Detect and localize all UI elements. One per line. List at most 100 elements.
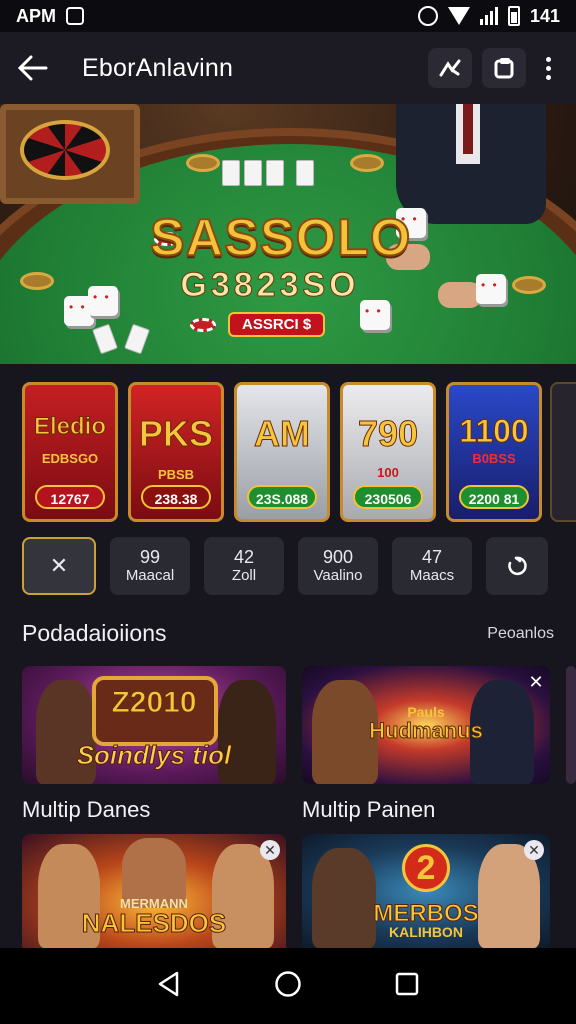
nav-back-button[interactable] — [157, 971, 181, 1002]
circle-home-icon — [275, 970, 301, 997]
filter-chip-label: Zoll — [231, 567, 257, 584]
status-text: APM — [16, 5, 56, 26]
promo-title: Hudmanus — [369, 718, 484, 744]
copy-button[interactable] — [482, 48, 526, 88]
hero-logo-line1: SASSOLO — [149, 209, 412, 267]
battery-icon — [507, 6, 520, 26]
more-options-button[interactable] — [536, 48, 560, 88]
roulette-wheel-image — [0, 104, 140, 204]
clear-filter-button[interactable]: ✕ — [22, 537, 96, 595]
filter-chip[interactable]: 47 Maacs — [392, 537, 472, 595]
chip-tray — [20, 272, 54, 290]
hero-logo-line2: G3823SO — [180, 266, 360, 305]
nav-home-button[interactable] — [274, 970, 302, 1003]
see-all-link[interactable]: Peoanlos — [487, 625, 554, 643]
game-tile[interactable]: AM 23S.088 — [234, 382, 330, 522]
game-tile-subtitle: B0BSS — [472, 451, 516, 466]
close-icon[interactable]: ✕ — [260, 840, 280, 860]
dot-icon — [545, 56, 551, 62]
triangle-back-icon — [158, 971, 178, 996]
promo-subtitle: KALIHBON — [389, 924, 463, 940]
hero-banner[interactable]: SASSOLO G3823SO ASSRCI $ — [0, 104, 576, 364]
back-button[interactable] — [0, 32, 66, 104]
nav-recents-button[interactable] — [395, 972, 419, 1001]
playing-card — [244, 160, 262, 186]
dice — [360, 300, 390, 330]
close-icon[interactable]: ✕ — [524, 840, 544, 860]
hero-logo: SASSOLO G3823SO — [149, 209, 412, 305]
copy-icon — [494, 58, 514, 79]
promo-card-label: Multip Painen — [302, 797, 436, 822]
chip-tray — [186, 154, 220, 172]
promo-card[interactable]: Pauls Hudmanus ✕ — [302, 666, 550, 784]
promo-card-label: Multip Danes — [22, 797, 151, 822]
close-icon[interactable]: ✕ — [526, 672, 546, 692]
app-bar-actions — [428, 48, 560, 88]
promo-card[interactable]: Z2010 Soindlys tiol — [22, 666, 286, 784]
filter-chip-value: 42 — [233, 547, 255, 567]
filter-chip-label: Maacal — [125, 567, 175, 584]
game-tile[interactable]: Eledio EDBSGO 12767 — [22, 382, 118, 522]
filter-chip-value: 47 — [421, 547, 443, 567]
game-tile-button[interactable]: 230506 — [353, 485, 423, 509]
status-left: APM — [16, 6, 84, 27]
dot-icon — [545, 74, 551, 80]
status-time: 141 — [529, 5, 560, 26]
game-tile-subtitle: PBSB — [157, 467, 195, 482]
game-tile-button[interactable]: 2200 81 — [459, 485, 529, 509]
filter-row: ✕ 99 Maacal 42 Zoll 900 Vaalino 47 Maacs — [22, 537, 548, 595]
game-tile[interactable]: PKS PBSB 238.38 — [128, 382, 224, 522]
chip-tray — [350, 154, 384, 172]
edit-button[interactable] — [428, 48, 472, 88]
game-tile-title: 1100 — [459, 413, 529, 450]
status-bar: APM 141 — [0, 0, 576, 32]
alarm-icon — [417, 6, 438, 26]
game-tile-title: 790 — [357, 413, 419, 455]
promo-card[interactable]: 2 MERBOS KALIHBON ✕ — [302, 834, 550, 948]
status-right: 141 — [417, 5, 560, 27]
number-ball-image: 2 — [402, 844, 450, 892]
signal-icon — [479, 7, 498, 25]
game-tile-subtitle: 100 — [377, 465, 399, 480]
game-tile-partial[interactable] — [550, 382, 576, 522]
filter-chip[interactable]: 99 Maacal — [110, 537, 190, 595]
game-tile-title: PKS — [138, 413, 214, 455]
filter-chip[interactable]: 42 Zoll — [204, 537, 284, 595]
dot-icon — [545, 65, 551, 71]
game-tile[interactable]: 1100 B0BSS 2200 81 — [446, 382, 542, 522]
system-nav-bar — [0, 948, 576, 1024]
arrow-left-icon — [18, 55, 48, 81]
game-tiles: Eledio EDBSGO 12767 PKS PBSB 238.38 AM 2… — [22, 382, 542, 522]
refresh-button[interactable] — [486, 537, 548, 595]
notification-icon — [66, 7, 84, 25]
game-tile-button[interactable]: 23S.088 — [247, 485, 317, 509]
section-title: Podadaioiions — [22, 620, 167, 646]
promo-title: NALESDOS — [81, 908, 227, 939]
square-recents-icon — [396, 972, 419, 995]
promo-title: Soindlys tiol — [76, 740, 232, 771]
chip-tray — [512, 276, 546, 294]
game-tile-button[interactable]: 12767 — [35, 485, 105, 509]
game-tile-title: Eledio — [33, 413, 106, 441]
promo-card-partial[interactable] — [566, 666, 576, 784]
playing-card — [266, 160, 284, 186]
section-header: Podadaioiions Peoanlos — [22, 620, 554, 647]
hero-badge: ASSRCI $ — [228, 312, 326, 337]
promo-card[interactable]: MERMANN NALESDOS ✕ — [22, 834, 286, 948]
app-bar: EborAnlavinn — [0, 32, 576, 104]
playing-card — [222, 160, 240, 186]
game-tile-subtitle: EDBSGO — [41, 451, 99, 466]
promo-subtitle: Z2010 — [111, 686, 197, 720]
filter-chip-label: Vaalino — [313, 567, 363, 584]
filter-chip-label: Maacs — [409, 567, 455, 584]
game-tile-title: AM — [254, 413, 311, 455]
filter-chip-value: 900 — [322, 547, 354, 567]
screen: APM 141 EborAnlavinn • • • • • • • • • •… — [0, 0, 576, 1024]
game-tile-button[interactable]: 238.38 — [141, 485, 211, 509]
filter-chip[interactable]: 900 Vaalino — [298, 537, 378, 595]
wifi-icon — [447, 7, 470, 25]
dice — [476, 274, 506, 304]
game-tile[interactable]: 790 100 230506 — [340, 382, 436, 522]
pencil-icon — [439, 59, 461, 77]
dice — [88, 286, 118, 316]
